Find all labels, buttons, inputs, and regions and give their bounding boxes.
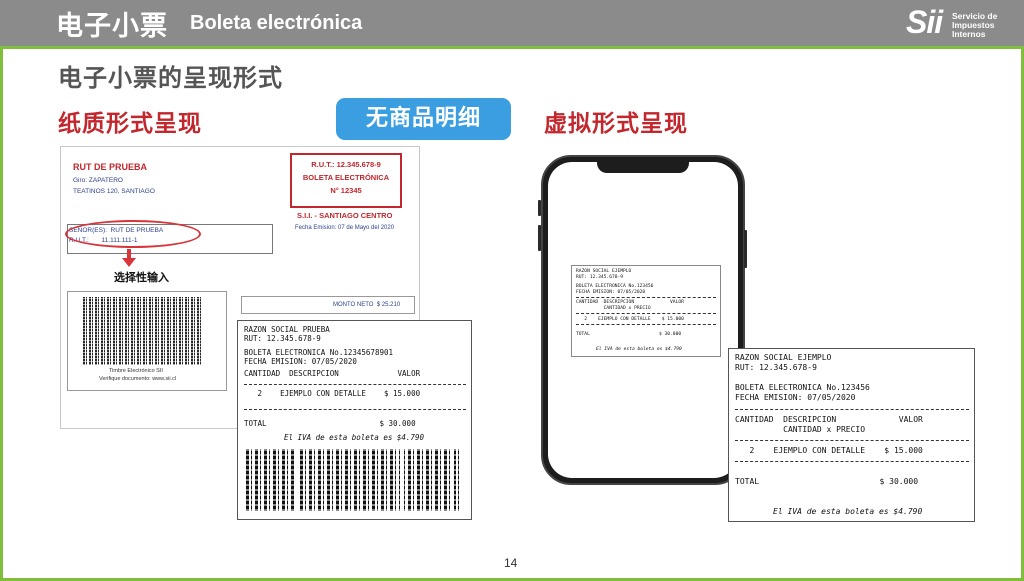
divider [576,297,716,298]
header-accent-line [0,46,1024,49]
divider [735,440,969,441]
arrow-head-icon [122,258,136,267]
paper-receipt: RAZON SOCIAL PRUEBA RUT: 12.345.678-9 BO… [237,320,472,520]
receipt-line: FECHA EMISION: 07/05/2020 [576,290,646,295]
divider [576,313,716,314]
divider [244,409,466,410]
receipt-line: CANTIDAD DESCRIPCION VALOR [576,300,684,305]
receipt-line: 2 EJEMPLO CON DETALLE $ 15.000 [735,446,923,455]
divider [735,461,969,462]
receipt-line: CANTIDAD DESCRIPCION VALOR [735,415,923,424]
receipt-line: El IVA de esta boleta es $4.790 [596,347,682,352]
verify-label: Verifique documento: www.sii.cl [99,376,177,382]
phone-receipt: RAZON SOCIAL EJEMPLO RUT: 12.345.678-9 B… [571,265,721,357]
box-rut: R.U.T.: 12.345.678-9 [311,160,381,169]
emission-date: Fecha Emision: 07 de Mayo del 2020 [295,225,395,231]
receipt-line: TOTAL $ 30.000 [244,419,416,428]
phone-side-button [538,200,541,216]
receipt-line: CANTIDAD x PRECIO [735,425,866,434]
pdf417-barcode-icon [246,449,462,511]
issuer-name: RUT DE PRUEBA [73,162,148,172]
timbre-label: Timbre Electrónico SII [109,368,163,374]
boleta-id-box: R.U.T.: 12.345.678-9 BOLETA ELECTRÓNICA … [290,153,402,208]
phone-notch [597,160,689,173]
receipt-line: RUT: 12.345.678-9 [576,275,624,280]
virtual-heading: 虚拟形式呈现 [544,111,688,137]
box-number: N° 12345 [330,186,362,195]
receipt-line: TOTAL $ 30.000 [735,477,919,486]
receipt-line: CANTIDAD DESCRIPCION VALOR [244,369,421,378]
sii-logo-text: Servicio de Impuestos Internos [952,11,998,39]
phone-side-button [744,230,747,268]
slide-subtitle: 电子小票的呈现形式 [58,64,283,92]
box-type: BOLETA ELECTRÓNICA [302,173,390,182]
divider [735,409,969,410]
optional-input-label: 选择性输入 [114,271,169,284]
receipt-line: RAZON SOCIAL PRUEBA [244,325,330,334]
receipt-line: FECHA EMISION: 07/05/2020 [735,393,856,402]
phone-side-button [538,225,541,251]
receipt-line: BOLETA ELECTRONICA No.123456 [576,284,654,289]
receipt-line: RUT: 12.345.678-9 [735,363,817,372]
receipt-line: RAZON SOCIAL EJEMPLO [576,269,632,274]
receipt-line: BOLETA ELECTRONICA No.12345678901 [244,348,394,357]
issuer-address: TEATINOS 120, SANTIAGO [73,188,155,195]
receipt-line: El IVA de esta boleta es $4.790 [284,433,424,442]
issuer-giro: Giro: ZAPATERO [73,177,123,184]
sii-logo: Sii [906,4,943,40]
header-title-es: Boleta electrónica [190,12,363,34]
receipt-line: BOLETA ELECTRONICA No.123456 [735,383,870,392]
page-number: 14 [504,556,518,570]
paper-heading: 纸质形式呈现 [58,111,202,137]
receipt-line: RAZON SOCIAL EJEMPLO [735,353,832,362]
divider [576,324,716,325]
divider [244,384,466,385]
highlight-ellipse [65,220,201,248]
receipt-line: CANTIDAD x PRECIO [576,306,651,311]
no-item-detail-badge: 无商品明细 [336,98,511,140]
receipt-line: 2 EJEMPLO CON DETALLE $ 15.000 [576,317,684,322]
receipt-line: FECHA EMISION: 07/05/2020 [244,357,357,366]
header-title-cn: 电子小票 [56,11,168,42]
monto-neto: MONTO NETO $ 25.210 [333,302,401,308]
virtual-receipt: RAZON SOCIAL EJEMPLO RUT: 12.345.678-9 B… [728,348,975,522]
receipt-line: El IVA de esta boleta es $4.790 [773,507,923,516]
receipt-line: 2 EJEMPLO CON DETALLE $ 15.000 [244,389,421,398]
left-border [0,46,3,581]
receipt-line: TOTAL $ 30.000 [576,332,682,337]
sii-office: S.I.I. - SANTIAGO CENTRO [297,211,393,220]
receipt-line: RUT: 12.345.678-9 [244,334,321,343]
pdf417-barcode-icon [83,297,201,365]
